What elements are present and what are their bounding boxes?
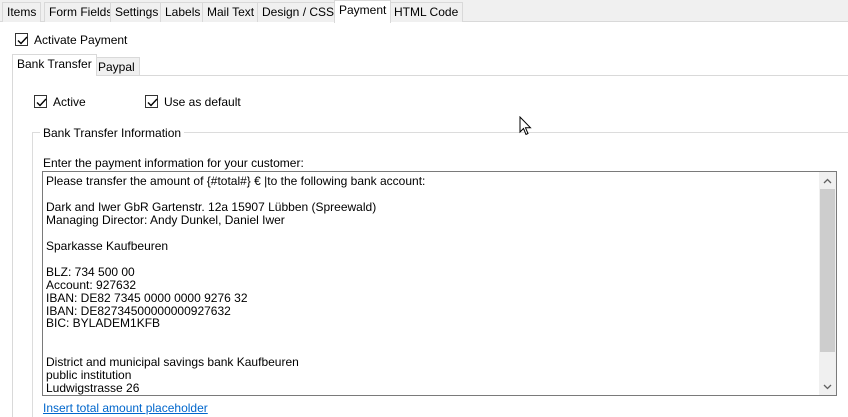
checkmark-icon — [147, 98, 158, 107]
tab-design-css[interactable]: Design / CSS — [257, 2, 340, 22]
checkmark-icon — [36, 98, 47, 107]
tab-paypal[interactable]: Paypal — [93, 57, 140, 76]
insert-total-placeholder-link[interactable]: Insert total amount placeholder — [43, 401, 208, 415]
activate-payment-checkbox[interactable] — [15, 33, 28, 46]
tab-bank-transfer[interactable]: Bank Transfer — [12, 54, 97, 76]
tab-html-code[interactable]: HTML Code — [389, 2, 464, 22]
payment-info-prompt: Enter the payment information for your c… — [43, 156, 304, 170]
active-label: Active — [53, 95, 86, 109]
checkmark-icon — [17, 36, 28, 45]
group-title: Bank Transfer Information — [40, 126, 185, 140]
scroll-down-arrow-icon[interactable] — [819, 378, 836, 395]
vertical-scrollbar[interactable] — [819, 172, 836, 395]
tab-payment[interactable]: Payment — [334, 0, 392, 23]
payment-info-text[interactable]: Please transfer the amount of {#total#} … — [46, 175, 816, 395]
main-tab-strip: Items Form Fields Settings Labels Mail T… — [0, 0, 848, 23]
payment-info-textarea[interactable]: Please transfer the amount of {#total#} … — [42, 171, 837, 396]
use-as-default-label: Use as default — [164, 95, 241, 109]
tab-settings[interactable]: Settings — [110, 2, 164, 22]
scroll-up-arrow-icon[interactable] — [819, 172, 836, 189]
tab-mail-text[interactable]: Mail Text — [202, 2, 260, 22]
use-as-default-checkbox[interactable] — [145, 95, 158, 108]
active-checkbox[interactable] — [34, 95, 47, 108]
tab-labels[interactable]: Labels — [160, 2, 206, 22]
mouse-cursor-icon — [519, 116, 532, 136]
scrollbar-thumb[interactable] — [820, 189, 835, 352]
tab-form-fields[interactable]: Form Fields — [44, 2, 118, 22]
activate-payment-label: Activate Payment — [34, 33, 128, 47]
tab-items[interactable]: Items — [2, 2, 42, 22]
